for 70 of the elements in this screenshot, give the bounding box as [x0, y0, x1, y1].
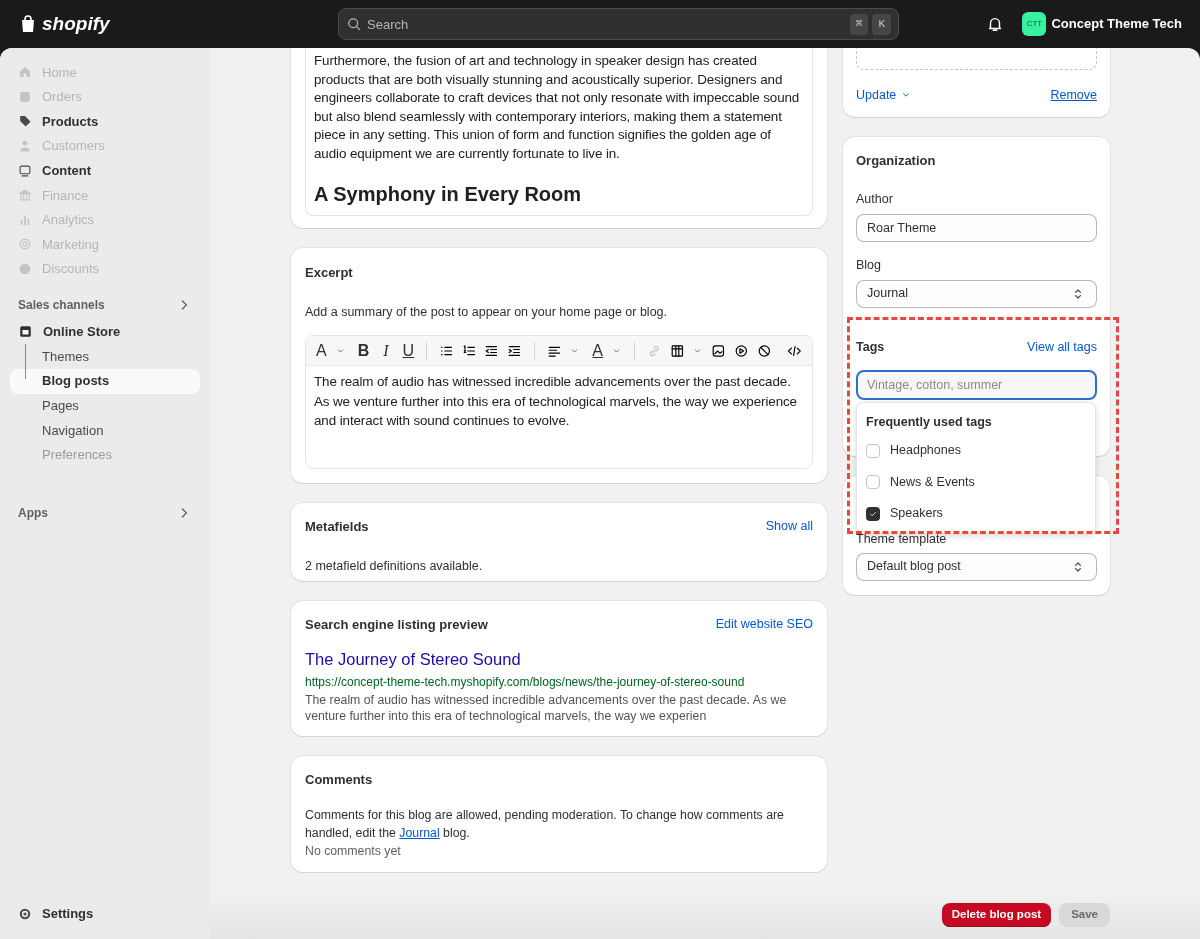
dropdown-heading: Frequently used tags [866, 414, 993, 431]
tag-option[interactable]: News & Events [890, 472, 975, 492]
target-icon [18, 237, 32, 252]
image-icon [711, 342, 726, 359]
person-icon [18, 139, 32, 154]
font-button[interactable]: A [316, 338, 327, 363]
nav-subitem[interactable]: Themes [10, 344, 200, 369]
table-icon [669, 342, 685, 359]
card-title: Excerpt [305, 264, 354, 282]
house-icon [18, 65, 32, 80]
tag-icon [18, 114, 32, 129]
update-link[interactable]: Update [856, 86, 913, 105]
comments-info: Comments for this blog are allowed, pending moderation. To change how comments are handled, edit the Journal blog. [305, 807, 785, 842]
section-heading[interactable]: Sales channels [18, 296, 105, 315]
search-icon [346, 16, 362, 32]
nav-item[interactable]: Settings [10, 901, 200, 927]
remove-link[interactable]: Remove [1050, 86, 1097, 105]
card-title: Organization [856, 151, 937, 170]
show-all-link[interactable]: Show all [765, 517, 813, 537]
tag-option[interactable]: Speakers [890, 504, 943, 523]
gear-icon [18, 907, 32, 921]
block-icon [756, 342, 772, 359]
help-text: Add a summary of the post to appear on your home page or blog. [305, 303, 669, 321]
blog-select[interactable]: Journal [856, 279, 1097, 308]
nav-subitem[interactable]: Navigation [10, 418, 200, 443]
checkbox[interactable] [866, 506, 880, 521]
card-title: Search engine listing preview [305, 616, 488, 635]
store-avatar[interactable]: CTT [1022, 12, 1047, 36]
excerpt-editor[interactable]: The realm of audio has witnessed incredible advancements over the past decade. As we venture further into this era of technological marvels, the way we experience and interact with sound continues to evolve. [306, 366, 812, 469]
nav-subitem[interactable]: Blog posts [10, 368, 200, 394]
field-label: Tags [856, 338, 885, 356]
storefront-icon [18, 323, 33, 339]
monitor-icon [18, 163, 32, 178]
field-label: Blog [856, 257, 883, 274]
text-color-button[interactable]: A [592, 338, 603, 363]
tags-field[interactable]: Vintage, cotton, summer [856, 369, 1097, 400]
delete-button[interactable]: Delete blog post [941, 903, 1052, 927]
checkbox[interactable] [866, 443, 880, 458]
shortcut-key: K [872, 14, 891, 35]
field-label: Author [856, 191, 894, 209]
field-label: Theme template [856, 530, 948, 548]
body-heading: A Symphony in Every Room [314, 182, 583, 207]
view-all-tags-link[interactable]: View all tags [1027, 337, 1097, 357]
upload-area[interactable] [856, 48, 1097, 70]
template-select[interactable]: Default blog post [856, 552, 1097, 581]
card-title: Comments [305, 770, 374, 789]
journal-link[interactable]: Journal [399, 825, 440, 840]
nav-item[interactable]: Products [10, 109, 200, 134]
nav-item[interactable]: Online Store [10, 318, 200, 345]
seo-description: The realm of audio has witnessed incredible advancements over the past decade. As we venture further into this era of technological marvels, the way we experien [305, 691, 788, 724]
help-text: 2 metafield definitions available. [305, 557, 484, 575]
checkbox[interactable] [866, 475, 880, 489]
play-icon [733, 342, 749, 359]
tag-option[interactable]: Headphones [890, 441, 961, 460]
empty-comments-text: No comments yet [305, 843, 402, 860]
card-title: Metafields [305, 518, 369, 537]
italic-button[interactable]: I [383, 338, 389, 363]
section-heading[interactable]: Apps [18, 504, 48, 523]
edit-seo-link[interactable]: Edit website SEO [715, 615, 813, 635]
underline-button[interactable]: U [402, 338, 415, 363]
store-name[interactable]: Concept Theme Tech [1051, 14, 1182, 34]
body-paragraph: Furthermore, the fusion of art and technology in speaker design has created products that are both visually stunning and acoustically superior. Designers and engineers collaborate to craft devices that not only resonate with impeccable sound but also blend seamlessly with contemporary interiors, making them a statement piece in any setting. This union of form and function signifies the golden age of audio equipment we are currently fortunate to live in. [314, 52, 801, 163]
seo-url: https://concept-theme-tech.myshopify.com/blogs/news/the-journey-of-stereo-sound [305, 673, 746, 691]
bold-button[interactable]: B [357, 338, 370, 363]
bank-icon [18, 188, 32, 203]
nav-subitem[interactable]: Pages [10, 393, 200, 419]
logo-text[interactable]: shopify [42, 9, 110, 39]
nav-item[interactable]: Content [10, 158, 200, 183]
seo-title: The Journey of Stereo Sound [305, 648, 522, 670]
author-field[interactable]: Roar Theme [856, 214, 1097, 242]
